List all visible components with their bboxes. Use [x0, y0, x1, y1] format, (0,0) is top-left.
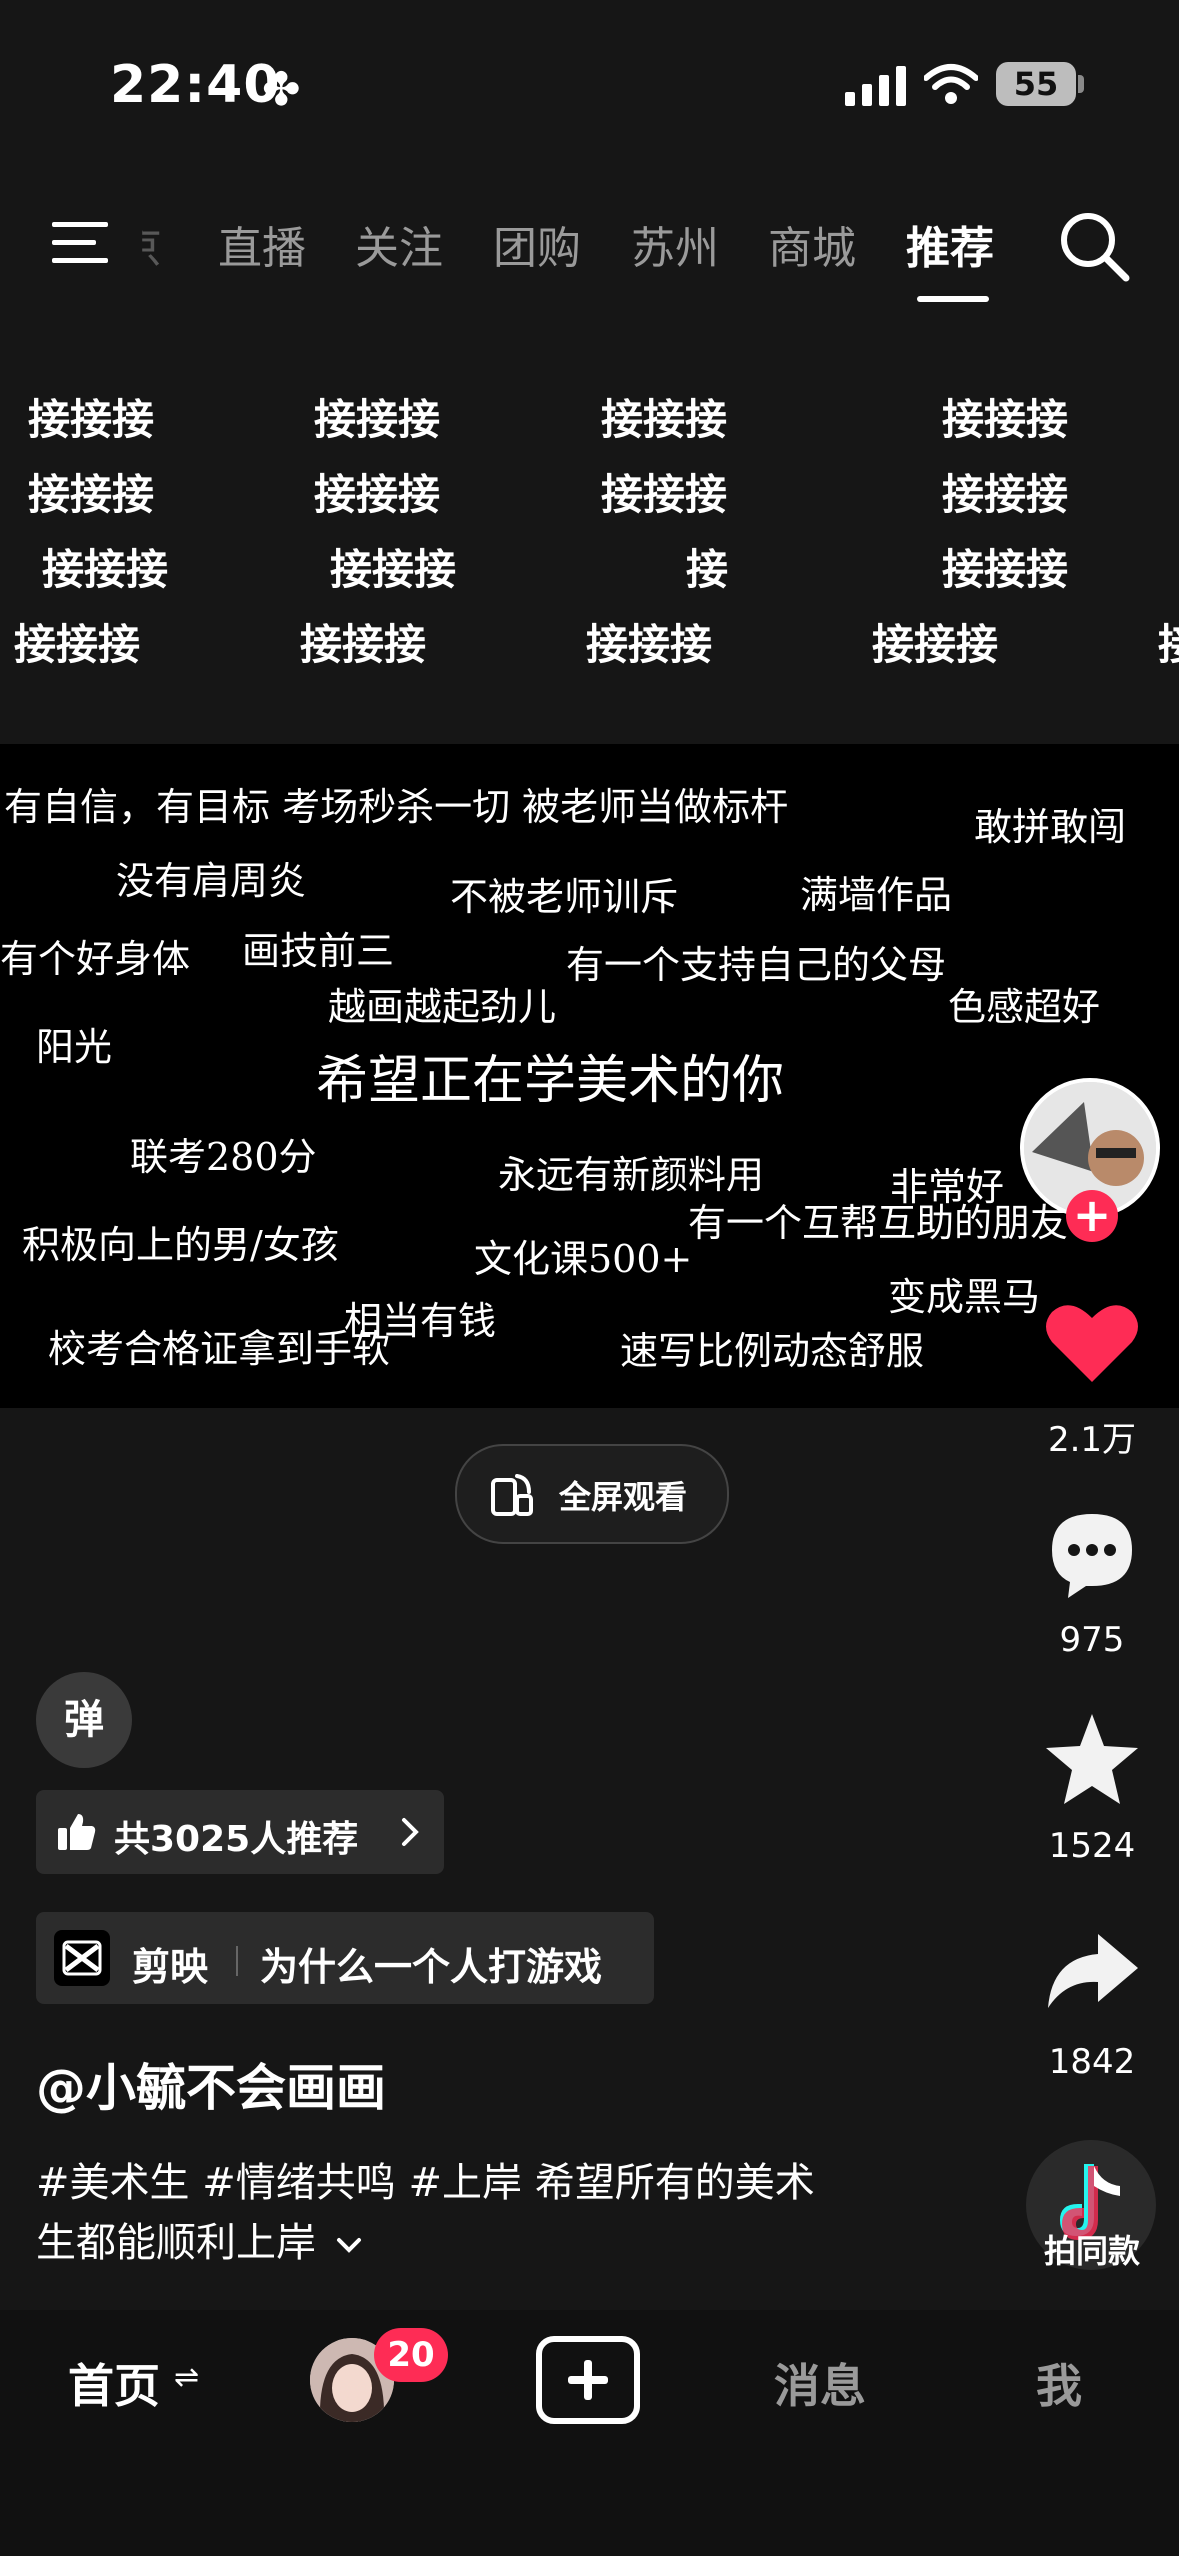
like-count: 2.1万 [1047, 1420, 1137, 1460]
tab-group-buy[interactable]: 团购 [493, 212, 581, 276]
grid-text: 接接接 [942, 470, 1069, 519]
share-icon[interactable] [1040, 1924, 1144, 2028]
cellular-signal-icon [845, 66, 906, 106]
wifi-icon [924, 64, 978, 104]
nav-me[interactable]: 我 [1036, 2350, 1082, 2416]
video-text: 满墙作品 [800, 873, 953, 917]
grid-text: 接接接 [330, 545, 457, 594]
video-text: 没有肩周炎 [116, 859, 307, 903]
capcut-template-pill[interactable]: 剪映 为什么一个人打游戏 [36, 1912, 654, 2004]
favorite-count: 1524 [1048, 1826, 1136, 1866]
grid-text: 接 [686, 545, 729, 594]
video-text: 有个好身体 [0, 937, 191, 981]
favorite-star-icon[interactable] [1040, 1708, 1144, 1812]
video-text: 变成黑马 [888, 1275, 1041, 1319]
focus-mode-icon: ✤ [262, 62, 301, 116]
search-icon[interactable] [1058, 210, 1132, 284]
template-title: 为什么一个人打游戏 [260, 1945, 603, 1989]
tab-suzhou[interactable]: 苏州 [631, 212, 719, 276]
capcut-logo-icon [54, 1930, 110, 1986]
author-name[interactable]: @小毓不会画画 [36, 2048, 386, 2120]
tab-live[interactable]: 直播 [218, 212, 306, 276]
recommend-count-label: 共3025人推荐 [114, 1819, 359, 1860]
video-text: 文化课500+ [474, 1237, 693, 1281]
grid-text: 接接接 [314, 395, 441, 444]
grid-text: 接接接 [300, 620, 427, 669]
grid-text: 接接接 [28, 395, 155, 444]
status-time: 22:40 [110, 55, 281, 115]
recommend-count-pill[interactable]: 共3025人推荐 [36, 1790, 444, 1874]
chevron-right-icon [402, 1818, 419, 1846]
grid-text: 接接接 [942, 545, 1069, 594]
grid-text: 接接接 [14, 620, 141, 669]
video-text: 越画越起劲儿 [328, 985, 557, 1029]
video-text: 希望正在学美术的你 [316, 1051, 785, 1111]
video-text: 阳光 [36, 1025, 113, 1069]
video-text: 色感超好 [948, 985, 1101, 1029]
follow-button[interactable]: + [1066, 1190, 1118, 1242]
same-style-label: 拍同款 [1043, 2232, 1140, 2270]
nav-messages[interactable]: 消息 [774, 2350, 866, 2416]
create-post-button[interactable] [536, 2336, 640, 2424]
app-name: 剪映 [132, 1945, 209, 1989]
video-text: 画技前三 [242, 929, 395, 973]
notification-badge: 20 [374, 2328, 448, 2382]
video-text: 有一个互帮互助的朋友 [688, 1201, 1069, 1245]
share-count: 1842 [1048, 2042, 1136, 2082]
grid-text: 接接接 [314, 470, 441, 519]
fullscreen-button[interactable]: 全屏观看 [455, 1444, 729, 1544]
comment-icon[interactable] [1040, 1502, 1144, 1606]
refresh-switch-icon[interactable]: ⇌ [174, 2360, 199, 2395]
grid-text: 接接接 [601, 395, 728, 444]
video-text: 速写比例动态舒服 [620, 1329, 925, 1373]
video-text: 不被老师训斥 [450, 875, 679, 919]
fullscreen-label: 全屏观看 [559, 1478, 688, 1516]
battery-tip [1078, 75, 1084, 93]
tab-recommend[interactable]: 推荐 [906, 212, 994, 276]
description-text: 生都能顺利上岸 [36, 2220, 316, 2266]
video-text: 永远有新颜料用 [498, 1153, 765, 1197]
video-text: 校考合格证拿到手软 [48, 1327, 391, 1371]
video-player[interactable]: 有自信，有目标 考场秒杀一切 被老师当做标杆 敢拼敢闯 没有肩周炎 不被老师训斥… [0, 744, 1179, 1408]
comment-count: 975 [1059, 1620, 1125, 1660]
grid-text: 接接接 [601, 470, 728, 519]
video-text: 有一个支持自己的父母 [566, 943, 947, 987]
video-text: 联考280分 [130, 1135, 317, 1179]
description-line[interactable]: 生都能顺利上岸 [36, 2210, 363, 2268]
active-tab-indicator [917, 296, 989, 302]
danmaku-toggle-button[interactable]: 弹 [36, 1672, 132, 1768]
grid-text: 接接接 [42, 545, 169, 594]
heart-icon[interactable] [1040, 1290, 1144, 1394]
grid-text: 接接接 [942, 395, 1069, 444]
grid-text: 接接接 [586, 620, 713, 669]
video-text: 积极向上的男/女孩 [22, 1223, 339, 1267]
rotate-screen-icon [491, 1474, 533, 1516]
grid-text: 接 [1158, 611, 1179, 672]
thumbs-up-icon [58, 1814, 96, 1850]
plus-icon [568, 2360, 608, 2400]
video-text: 敢拼敢闯 [974, 805, 1127, 849]
chevron-down-icon [336, 2238, 361, 2253]
grid-text: 接接接 [28, 470, 155, 519]
tab-following[interactable]: 关注 [355, 212, 443, 276]
tab-mall[interactable]: 商城 [768, 212, 856, 276]
tab-jing[interactable]: 京 [142, 212, 162, 276]
menu-icon[interactable] [52, 218, 114, 268]
video-text: 有自信，有目标 考场秒杀一切 被老师当做标杆 [4, 785, 789, 829]
grid-text: 接接接 [872, 620, 999, 669]
battery-indicator: 55 [996, 62, 1076, 106]
description-line: #美术生 #情绪共鸣 #上岸 希望所有的美术 [36, 2160, 815, 2206]
nav-home[interactable]: 首页 [68, 2350, 160, 2416]
divider [236, 1946, 238, 1976]
